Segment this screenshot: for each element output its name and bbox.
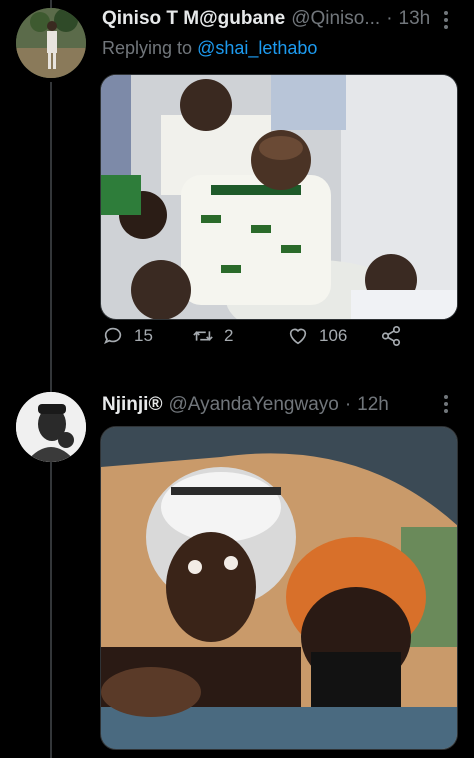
replying-to-label: Replying to bbox=[102, 38, 193, 58]
display-name[interactable]: Njinji® bbox=[102, 394, 162, 416]
reply-button[interactable]: 15 bbox=[102, 325, 153, 347]
replying-to-handle[interactable]: @shai_lethabo bbox=[197, 38, 317, 58]
handle[interactable]: @AyandaYengwayo bbox=[168, 394, 338, 416]
tweet-image[interactable] bbox=[100, 74, 458, 320]
separator: · bbox=[386, 8, 393, 29]
display-name[interactable]: Qiniso T M@gubane bbox=[102, 8, 285, 30]
like-count: 106 bbox=[319, 326, 348, 345]
timestamp[interactable]: 12h bbox=[357, 394, 389, 416]
share-icon bbox=[381, 326, 401, 346]
tweet-1[interactable]: Qiniso T M@gubane @Qiniso... · 13h Reply… bbox=[0, 0, 474, 380]
handle[interactable]: @Qiniso... bbox=[291, 8, 380, 30]
reply-count: 15 bbox=[134, 326, 153, 345]
retweet-icon bbox=[193, 331, 213, 341]
separator: · bbox=[344, 394, 352, 415]
tweet-image[interactable] bbox=[100, 426, 458, 750]
timestamp[interactable]: 13h bbox=[399, 8, 431, 30]
like-button[interactable]: 106 bbox=[287, 325, 347, 347]
share-button[interactable] bbox=[380, 325, 402, 347]
reply-icon bbox=[104, 327, 122, 345]
more-vertical-icon[interactable] bbox=[442, 394, 450, 414]
tweet-header: Njinji® @AyandaYengwayo · 12h bbox=[102, 394, 389, 416]
avatar[interactable] bbox=[16, 392, 86, 462]
retweet-count: 2 bbox=[224, 326, 234, 345]
tweet-header: Qiniso T M@gubane @Qiniso... · 13h bbox=[102, 8, 430, 30]
tweet-2[interactable]: Njinji® @AyandaYengwayo · 12h bbox=[0, 380, 474, 758]
heart-icon bbox=[289, 328, 307, 345]
avatar[interactable] bbox=[16, 8, 86, 78]
replying-to: Replying to @shai_lethabo bbox=[102, 38, 317, 59]
retweet-button[interactable]: 2 bbox=[192, 325, 233, 347]
more-vertical-icon[interactable] bbox=[442, 10, 450, 30]
